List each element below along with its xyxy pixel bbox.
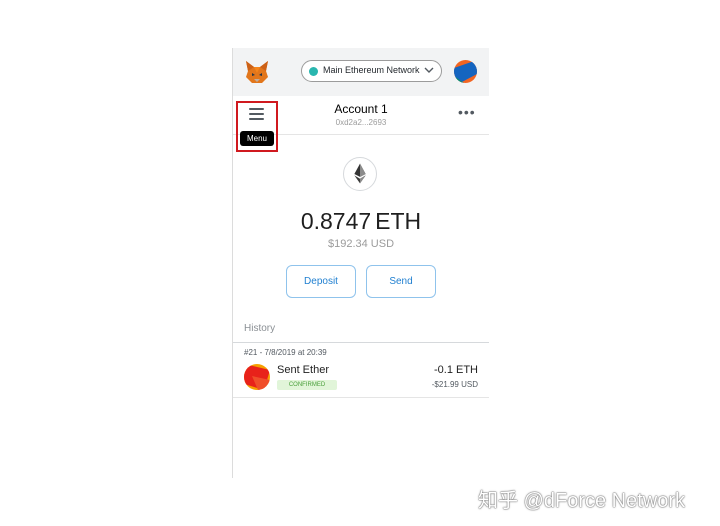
transaction-identicon [244,364,270,390]
app-header: Main Ethereum Network [233,48,489,96]
network-label: Main Ethereum Network [323,65,420,75]
account-identicon[interactable] [454,60,477,83]
transaction-title: Sent Ether [277,364,329,376]
status-badge: CONFIRMED [277,380,337,390]
divider [233,397,489,398]
network-status-dot [309,67,318,76]
transaction-meta: #21 - 7/8/2019 at 20:39 [244,348,327,357]
account-address[interactable]: 0xd2a2...2693 [233,118,489,127]
account-name[interactable]: Account 1 [233,102,489,116]
balance-unit: ETH [375,208,422,234]
metamask-popup: Main Ethereum Network Menu Account 1 0xd… [232,48,489,478]
divider [233,342,489,343]
chevron-down-icon [424,67,434,73]
ethereum-icon [343,157,377,191]
network-selector[interactable]: Main Ethereum Network [301,60,442,82]
deposit-button[interactable]: Deposit [286,265,356,298]
transaction-amount: -0.1 ETH [433,364,478,376]
menu-tooltip: Menu [240,131,274,146]
watermark-text: 知乎 @dForce Network [478,490,686,512]
more-dots-icon[interactable]: ••• [458,105,475,119]
history-heading: History [244,323,276,334]
send-button[interactable]: Send [366,265,436,298]
metamask-fox-icon[interactable] [244,59,270,85]
transaction-fiat: -$21.99 USD [431,380,478,389]
fiat-balance: $192.34 USD [327,238,395,250]
balance-value: 0.8747 [300,208,372,234]
eth-balance: 0.8747 ETH [233,208,489,235]
